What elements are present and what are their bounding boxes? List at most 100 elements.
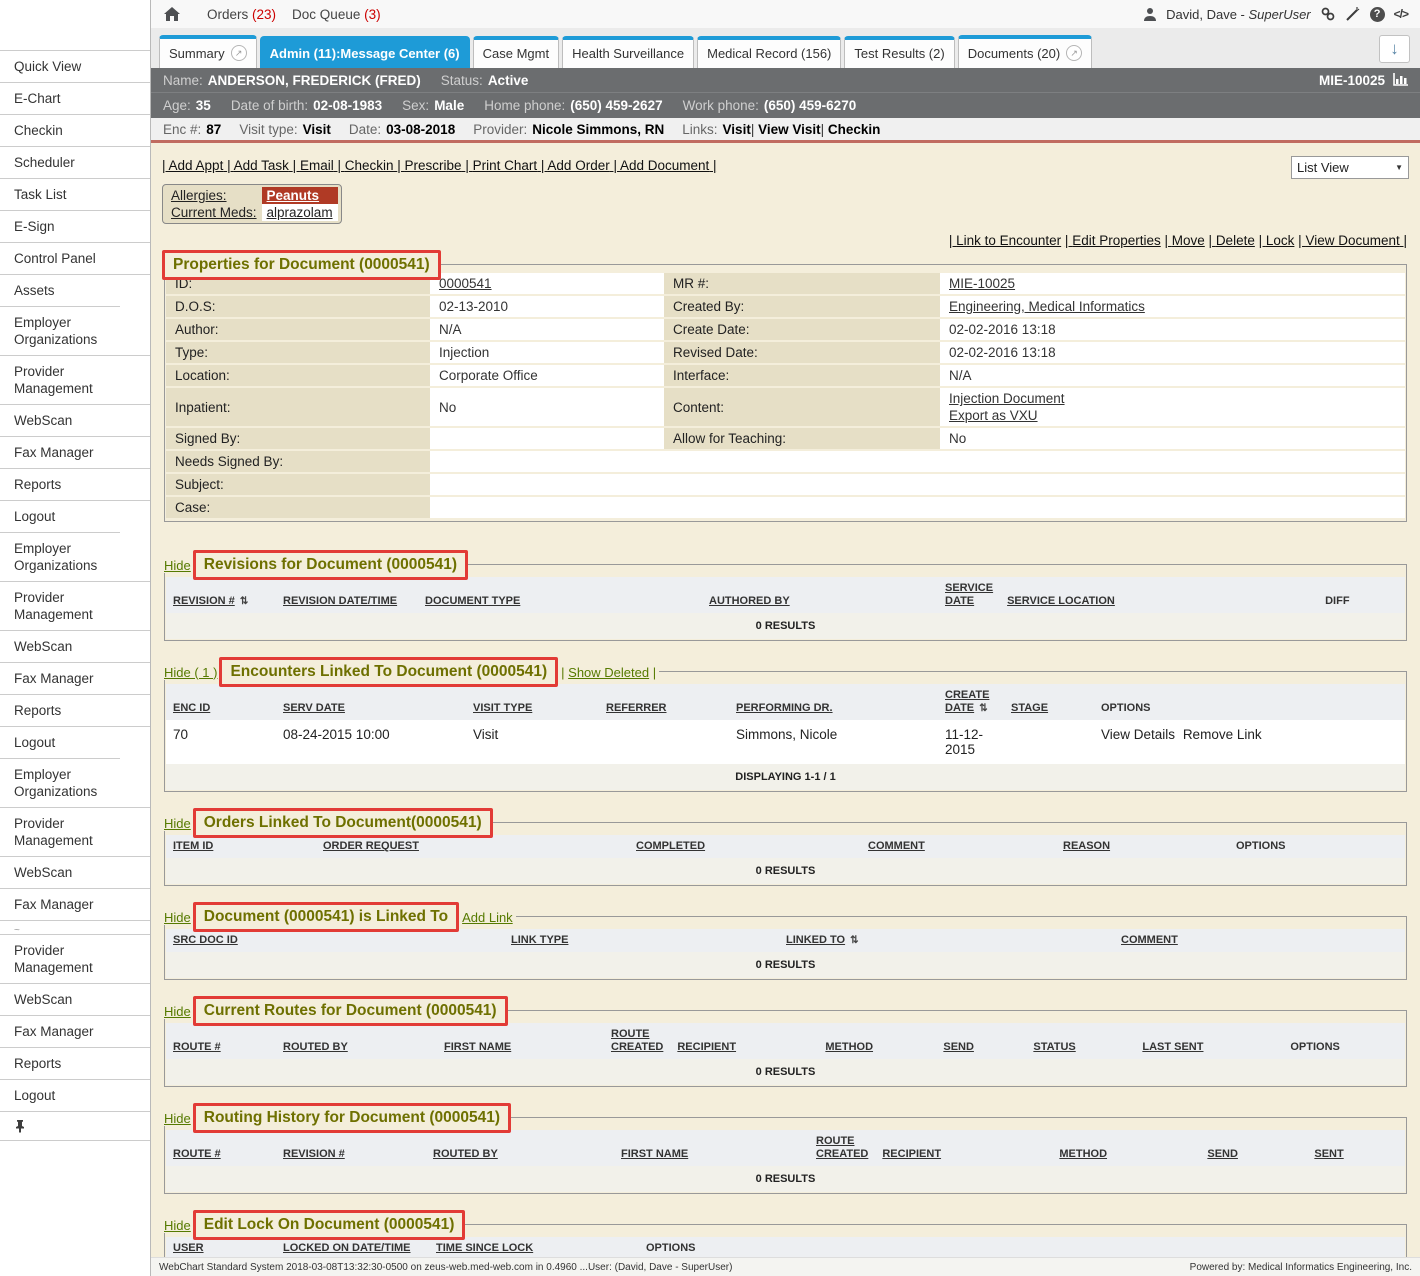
col-user[interactable]: USER xyxy=(166,1237,276,1257)
col-linked-to[interactable]: LINKED TO ⇅ xyxy=(779,929,1114,952)
col-visit-type[interactable]: VISIT TYPE xyxy=(466,684,599,720)
col-route-num[interactable]: ROUTE # xyxy=(166,1130,276,1166)
sidebar-item-logout[interactable]: Logout xyxy=(0,726,150,758)
sidebar-item-fax-manager[interactable]: Fax Manager xyxy=(0,888,150,920)
col-method[interactable]: METHOD xyxy=(818,1023,936,1059)
sidebar-item-webscan[interactable]: WebScan xyxy=(0,630,150,662)
tab-test-results[interactable]: Test Results (2) xyxy=(844,36,954,68)
sidebar-item-e-sign[interactable]: E-Sign xyxy=(0,210,150,242)
add-task-link[interactable]: Add Task xyxy=(227,158,293,173)
prescribe-link[interactable]: Prescribe xyxy=(397,158,465,173)
sidebar-item-scheduler[interactable]: Scheduler xyxy=(0,146,150,178)
sidebar-item-reports[interactable]: Reports xyxy=(0,1047,150,1079)
col-first-name[interactable]: FIRST NAME xyxy=(614,1130,809,1166)
current-user[interactable]: David, Dave - SuperUser xyxy=(1166,7,1311,22)
hide-edit-lock-link[interactable]: Hide xyxy=(162,1218,193,1233)
col-serv-date[interactable]: SERV DATE xyxy=(276,684,466,720)
view-document-link[interactable]: View Document xyxy=(1298,233,1407,248)
sidebar-item-task-list[interactable]: Task List xyxy=(0,178,150,210)
col-locked-on[interactable]: LOCKED ON DATE/TIME xyxy=(276,1237,429,1257)
link-chain-icon[interactable] xyxy=(1320,6,1336,22)
col-service-date[interactable]: SERVICE DATE xyxy=(938,577,1000,613)
hide-orders-link[interactable]: Hide xyxy=(162,816,193,831)
col-comment[interactable]: COMMENT xyxy=(861,835,1056,858)
sidebar-item-employer-organizations[interactable]: Employer Organizations xyxy=(0,306,120,355)
delete-link[interactable]: Delete xyxy=(1209,233,1255,248)
sidebar-item-fax-manager[interactable]: Fax Manager xyxy=(0,436,150,468)
col-recipient[interactable]: RECIPIENT xyxy=(875,1130,1052,1166)
view-details-link[interactable]: View Details xyxy=(1101,727,1175,742)
sidebar-item-provider-management[interactable]: Provider Management xyxy=(0,581,150,630)
col-enc-id[interactable]: ENC ID xyxy=(166,684,276,720)
hide-revisions-link[interactable]: Hide xyxy=(162,558,193,573)
col-referrer[interactable]: REFERRER xyxy=(599,684,729,720)
sidebar-item-employer-organizations[interactable]: Employer Organizations xyxy=(0,758,120,807)
wand-icon[interactable] xyxy=(1345,6,1361,22)
col-item-id[interactable]: ITEM ID xyxy=(166,835,316,858)
sidebar-item-webscan[interactable]: WebScan xyxy=(0,983,150,1015)
sidebar-item-e-chart[interactable]: E-Chart xyxy=(0,82,150,114)
sidebar-item-provider-management[interactable]: Provider Management xyxy=(0,934,150,983)
col-src-doc-id[interactable]: SRC DOC ID xyxy=(166,929,504,952)
email-link[interactable]: Email xyxy=(293,158,338,173)
col-revision-num[interactable]: REVISION # xyxy=(276,1130,426,1166)
sidebar-item-employer-organizations[interactable]: Employer Organizations xyxy=(0,532,120,581)
doc-id-link[interactable]: 0000541 xyxy=(439,276,492,291)
current-meds-value[interactable]: alprazolam xyxy=(262,204,338,221)
checkin-link[interactable]: Checkin xyxy=(337,158,397,173)
col-status[interactable]: STATUS xyxy=(1026,1023,1135,1059)
tab-health-surveillance[interactable]: Health Surveillance xyxy=(562,36,694,68)
tab-medical-record[interactable]: Medical Record (156) xyxy=(697,36,841,68)
mr-number-link[interactable]: MIE-10025 xyxy=(949,276,1015,291)
sidebar-item-control-panel[interactable]: Control Panel xyxy=(0,242,150,274)
lock-link[interactable]: Lock xyxy=(1259,233,1295,248)
remove-link-link[interactable]: Remove Link xyxy=(1183,727,1262,742)
col-method[interactable]: METHOD xyxy=(1052,1130,1200,1166)
add-link-link[interactable]: Add Link xyxy=(462,910,513,925)
col-completed[interactable]: COMPLETED xyxy=(629,835,861,858)
hide-routes-link[interactable]: Hide xyxy=(162,1004,193,1019)
col-sent[interactable]: SENT xyxy=(1307,1130,1405,1166)
sidebar-item-checkin[interactable]: Checkin xyxy=(0,114,150,146)
sidebar-item-reports[interactable]: Reports xyxy=(0,694,150,726)
home-icon[interactable] xyxy=(163,6,181,22)
export-vxu-link[interactable]: Export as VXU xyxy=(949,408,1038,423)
print-chart-link[interactable]: Print Chart xyxy=(465,158,541,173)
show-deleted-link[interactable]: Show Deleted xyxy=(568,665,649,680)
col-performing-dr[interactable]: PERFORMING DR. xyxy=(729,684,938,720)
hide-encounters-link[interactable]: Hide ( 1 ) xyxy=(162,665,219,680)
link-checkin[interactable]: Checkin xyxy=(821,122,881,137)
chart-stats-icon[interactable] xyxy=(1392,73,1408,87)
col-create-date[interactable]: CREATE DATE ⇅ xyxy=(938,684,1004,720)
sidebar-item-fax-manager[interactable]: Fax Manager xyxy=(0,662,150,694)
col-comment[interactable]: COMMENT xyxy=(1114,929,1405,952)
open-new-icon[interactable]: ↗ xyxy=(231,45,247,61)
col-route-num[interactable]: ROUTE # xyxy=(166,1023,276,1059)
col-revision-datetime[interactable]: REVISION DATE/TIME xyxy=(276,577,418,613)
col-time-since-lock[interactable]: TIME SINCE LOCK xyxy=(429,1237,639,1257)
tab-documents[interactable]: Documents (20) ↗ xyxy=(958,35,1092,68)
col-service-location[interactable]: SERVICE LOCATION xyxy=(1000,577,1318,613)
col-revision-num[interactable]: REVISION # ⇅ xyxy=(166,577,276,613)
col-last-sent[interactable]: LAST SENT xyxy=(1135,1023,1283,1059)
allergy-value[interactable]: Peanuts xyxy=(262,187,338,204)
col-document-type[interactable]: DOCUMENT TYPE xyxy=(418,577,702,613)
tab-summary[interactable]: Summary ↗ xyxy=(159,35,257,68)
col-authored-by[interactable]: AUTHORED BY xyxy=(702,577,938,613)
col-reason[interactable]: REASON xyxy=(1056,835,1229,858)
col-route-created[interactable]: ROUTE CREATED xyxy=(604,1023,670,1059)
current-meds-label[interactable]: Current Meds: xyxy=(171,205,257,220)
download-button[interactable]: ↓ xyxy=(1379,35,1410,63)
col-first-name[interactable]: FIRST NAME xyxy=(437,1023,604,1059)
col-stage[interactable]: STAGE xyxy=(1004,684,1094,720)
sidebar-item-webscan[interactable]: WebScan xyxy=(0,404,150,436)
add-order-link[interactable]: Add Order xyxy=(541,158,614,173)
view-mode-select[interactable]: List View ▼ xyxy=(1291,156,1409,179)
help-icon[interactable]: ? xyxy=(1370,7,1385,22)
hide-linked-to-link[interactable]: Hide xyxy=(162,910,193,925)
col-send[interactable]: SEND xyxy=(1200,1130,1307,1166)
nav-doc-queue[interactable]: Doc Queue (3) xyxy=(292,7,381,22)
sidebar-item-clipped[interactable]: ~ xyxy=(0,920,150,934)
sidebar-item-provider-management[interactable]: Provider Management xyxy=(0,355,150,404)
link-view-visit[interactable]: View Visit xyxy=(751,122,821,137)
